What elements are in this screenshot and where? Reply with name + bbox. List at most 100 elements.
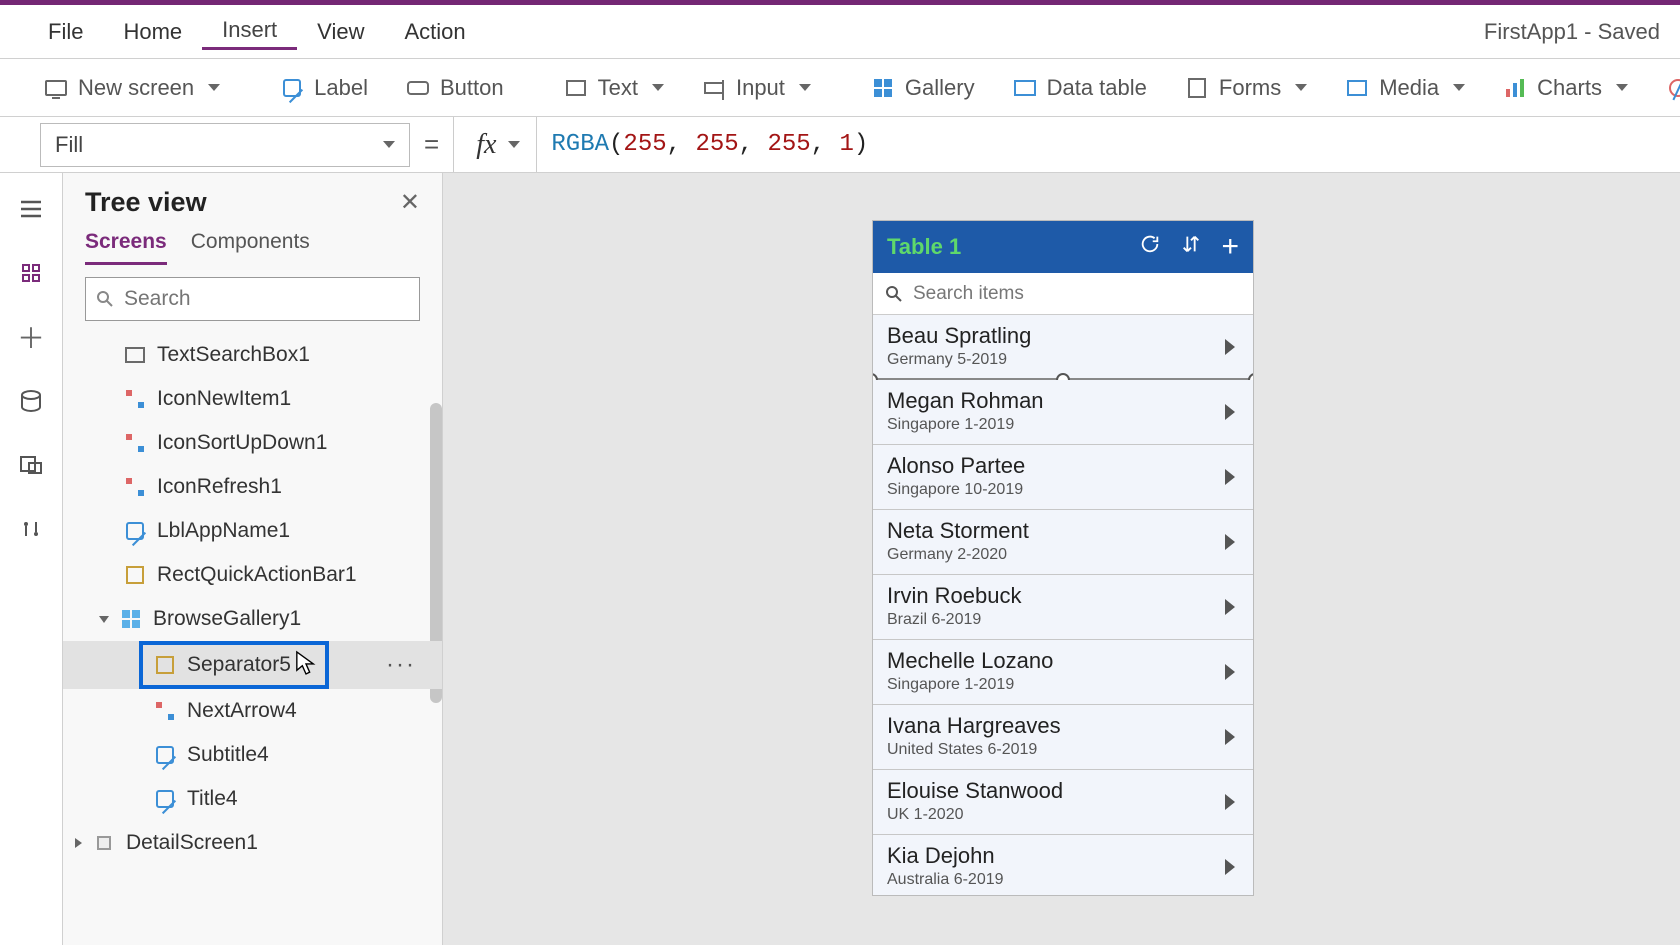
close-tree-button[interactable]: ✕	[400, 188, 420, 217]
menu-file[interactable]: File	[28, 15, 103, 49]
refresh-icon[interactable]	[1139, 233, 1161, 261]
list-item[interactable]: Mechelle Lozano Singapore 1-2019	[873, 640, 1253, 705]
screen-icon	[44, 76, 68, 100]
canvas-area[interactable]: Table 1 + Search items Beau Spratling	[443, 173, 1680, 945]
menu-home[interactable]: Home	[103, 15, 202, 49]
charts-label: Charts	[1537, 75, 1602, 101]
media-nav-button[interactable]	[13, 447, 49, 483]
rect-icon	[123, 563, 147, 587]
item-subtitle: Brazil 6-2019	[887, 611, 1239, 629]
media-button[interactable]: Media	[1331, 59, 1479, 116]
chevron-right-icon[interactable]	[1225, 729, 1235, 745]
tree-item-iconrefresh[interactable]: IconRefresh1	[63, 465, 442, 509]
item-title: Megan Rohman	[887, 388, 1239, 414]
tree-item-detailscreen1[interactable]: DetailScreen1	[63, 821, 442, 865]
label-text: Label	[314, 75, 368, 101]
data-nav-button[interactable]	[13, 383, 49, 419]
media-icon	[1345, 76, 1369, 100]
hamburger-button[interactable]	[13, 191, 49, 227]
ribbon-toolbar: New screen Label Button Text Input Galle…	[0, 59, 1680, 117]
more-options-button[interactable]: ···	[386, 651, 416, 679]
tree-item-textsearchbox[interactable]: TextSearchBox1	[63, 333, 442, 377]
chevron-down-icon	[1295, 84, 1307, 91]
expand-caret-icon[interactable]	[75, 838, 82, 848]
chevron-right-icon[interactable]	[1225, 664, 1235, 680]
fx-button[interactable]: fx	[453, 117, 536, 172]
text-button[interactable]: Text	[550, 59, 678, 116]
tree-search[interactable]	[85, 277, 420, 321]
chevron-right-icon[interactable]	[1225, 794, 1235, 810]
tab-components[interactable]: Components	[191, 230, 310, 265]
tree-item-iconnewitem[interactable]: IconNewItem1	[63, 377, 442, 421]
gallery-icon	[871, 76, 895, 100]
advanced-nav-button[interactable]	[13, 511, 49, 547]
property-selector[interactable]: Fill	[40, 123, 410, 167]
add-icon[interactable]: +	[1221, 237, 1239, 257]
tree-item-rectquickactionbar[interactable]: RectQuickActionBar1	[63, 553, 442, 597]
menu-insert[interactable]: Insert	[202, 13, 297, 50]
item-subtitle: Germany 2-2020	[887, 546, 1239, 564]
tree-view-panel: Tree view ✕ Screens Components TextSearc…	[63, 173, 443, 945]
tree-item-nextarrow4[interactable]: NextArrow4	[63, 689, 442, 733]
list-item[interactable]: Irvin Roebuck Brazil 6-2019	[873, 575, 1253, 640]
tree-item-subtitle4[interactable]: Subtitle4	[63, 733, 442, 777]
chevron-right-icon[interactable]	[1225, 339, 1235, 355]
fx-label: fx	[476, 129, 496, 161]
property-name: Fill	[55, 132, 83, 158]
tree-search-input[interactable]	[124, 287, 409, 311]
list-item[interactable]: Elouise Stanwood UK 1-2020	[873, 770, 1253, 835]
list-item[interactable]: Kia Dejohn Australia 6-2019	[873, 835, 1253, 895]
list-item[interactable]: Alonso Partee Singapore 10-2019	[873, 445, 1253, 510]
list-item[interactable]: Megan Rohman Singapore 1-2019	[873, 380, 1253, 445]
insert-nav-button[interactable]: ＋	[13, 319, 49, 355]
item-title: Alonso Partee	[887, 453, 1239, 479]
input-button[interactable]: Input	[688, 59, 825, 116]
forms-button[interactable]: Forms	[1171, 59, 1321, 116]
icons-button[interactable]: Icons	[1652, 59, 1680, 116]
group-icon	[123, 431, 147, 455]
tree-item-browsegallery[interactable]: BrowseGallery1	[63, 597, 442, 641]
formula-fn: RGBA	[551, 131, 609, 158]
tree-item-label: TextSearchBox1	[157, 343, 310, 367]
formula-input[interactable]: RGBA(255, 255, 255, 1)	[536, 117, 1650, 172]
tab-screens[interactable]: Screens	[85, 230, 167, 265]
sort-icon[interactable]	[1181, 233, 1201, 261]
tree-item-separator5[interactable]: Separator5 ···	[63, 641, 442, 689]
list-item[interactable]: Neta Storment Germany 2-2020	[873, 510, 1253, 575]
button-button[interactable]: Button	[392, 59, 518, 116]
label-button[interactable]: Label	[266, 59, 382, 116]
item-subtitle: Australia 6-2019	[887, 871, 1239, 889]
chevron-right-icon[interactable]	[1225, 599, 1235, 615]
media-label: Media	[1379, 75, 1439, 101]
item-title: Neta Storment	[887, 518, 1239, 544]
tree-item-label: Subtitle4	[187, 743, 269, 767]
preview-search[interactable]: Search items	[873, 273, 1253, 315]
list-item[interactable]: Beau Spratling Germany 5-2019	[873, 315, 1253, 380]
gallery-icon	[119, 607, 143, 631]
item-title: Beau Spratling	[887, 323, 1239, 349]
forms-label: Forms	[1219, 75, 1281, 101]
screen-icon	[92, 831, 116, 855]
charts-button[interactable]: Charts	[1489, 59, 1642, 116]
label-icon	[280, 76, 304, 100]
chevron-right-icon[interactable]	[1225, 469, 1235, 485]
menu-view[interactable]: View	[297, 15, 384, 49]
menu-action[interactable]: Action	[384, 15, 485, 49]
search-icon	[96, 290, 114, 308]
tree-view-nav-button[interactable]	[13, 255, 49, 291]
chevron-right-icon[interactable]	[1225, 534, 1235, 550]
equals-sign: =	[410, 129, 453, 160]
chevron-right-icon[interactable]	[1225, 859, 1235, 875]
expand-caret-icon[interactable]	[99, 616, 109, 623]
new-screen-button[interactable]: New screen	[30, 59, 234, 116]
tree-title: Tree view	[85, 187, 207, 218]
data-table-button[interactable]: Data table	[999, 59, 1161, 116]
tree-item-title4[interactable]: Title4	[63, 777, 442, 821]
label-icon	[123, 519, 147, 543]
tree-item-iconsortupdown[interactable]: IconSortUpDown1	[63, 421, 442, 465]
gallery-button[interactable]: Gallery	[857, 59, 989, 116]
chevron-right-icon[interactable]	[1225, 404, 1235, 420]
text-label: Text	[598, 75, 638, 101]
tree-item-lblappname[interactable]: LblAppName1	[63, 509, 442, 553]
list-item[interactable]: Ivana Hargreaves United States 6-2019	[873, 705, 1253, 770]
